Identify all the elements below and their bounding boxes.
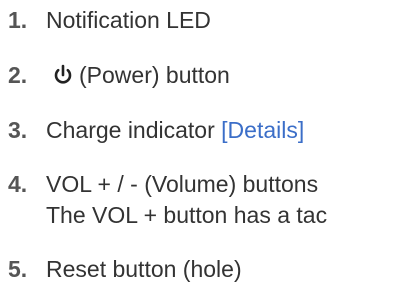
- item-number: 3.: [8, 117, 28, 143]
- item-label: VOL + / - (Volume) buttons: [46, 171, 319, 197]
- item-number: 5.: [8, 256, 28, 282]
- item-label: Reset button (hole): [46, 256, 242, 282]
- item-label: (Power) button: [79, 62, 230, 88]
- item-description: The VOL + button has a tac: [46, 202, 328, 228]
- item-number: 4.: [8, 171, 28, 197]
- details-link[interactable]: [Details]: [221, 117, 304, 143]
- list-item-1: 1. Notification LED: [8, 6, 211, 34]
- list-item-4: 4. VOL + / - (Volume) buttons: [8, 170, 318, 198]
- item-number: 1.: [8, 7, 28, 33]
- power-icon: [53, 64, 73, 86]
- list-item-2: 2. (Power) button: [8, 61, 230, 89]
- item-label: Charge indicator: [46, 117, 222, 143]
- list-item-3: 3. Charge indicator [Details]: [8, 116, 304, 144]
- list-item-5: 5. Reset button (hole): [8, 255, 242, 283]
- parts-list: 1. Notification LED 2. (Power) button 3. Ch…: [0, 0, 393, 294]
- item-label: Notification LED: [46, 7, 211, 33]
- item-number: 2.: [8, 62, 28, 88]
